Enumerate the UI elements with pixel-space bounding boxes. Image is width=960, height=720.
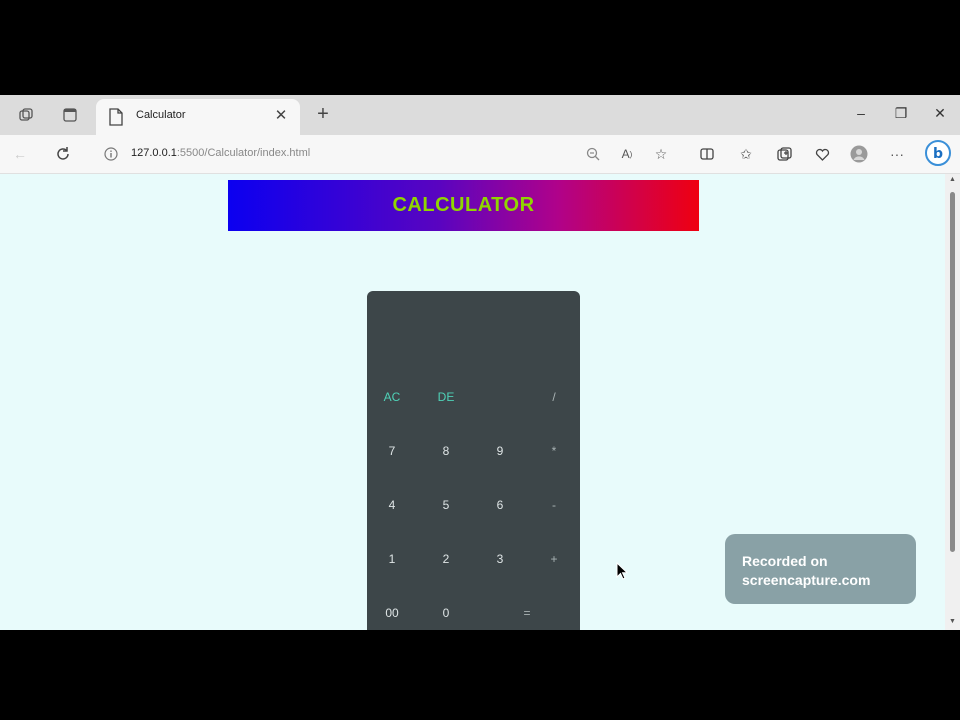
favorites-icon[interactable]: ✩ [736,144,756,164]
restore-button[interactable]: ❐ [891,105,911,122]
key-blank[interactable] [478,377,522,417]
more-icon[interactable]: ··· [887,144,907,164]
tab-calculator[interactable]: Calculator ✕ [96,99,300,135]
collections-icon[interactable] [774,144,794,164]
scroll-down-icon[interactable]: ▼ [945,618,960,625]
scroll-up-icon[interactable]: ▲ [945,176,960,183]
vertical-scrollbar[interactable]: ▲ ▼ [945,174,960,630]
key-5[interactable]: 5 [424,485,468,525]
close-window-button[interactable]: ✕ [930,105,950,122]
mouse-cursor-icon [616,562,628,580]
site-info-icon[interactable] [101,144,121,164]
watermark-line-1: Recorded on [742,553,828,569]
tab-close-button[interactable]: ✕ [272,106,290,124]
back-icon[interactable]: ← [10,144,30,164]
key-2[interactable]: 2 [424,539,468,579]
key-9[interactable]: 9 [478,431,522,471]
read-aloud-icon[interactable]: A) [617,144,637,164]
key-0[interactable]: 0 [424,593,468,630]
heart-icon[interactable] [812,144,832,164]
key-3[interactable]: 3 [478,539,522,579]
key-multiply[interactable]: * [532,431,576,471]
address-toolbar: ← 127.0.0.1:5500/Calculator/index.html A… [0,135,960,174]
address-bar[interactable]: 127.0.0.1:5500/Calculator/index.html [131,147,310,159]
calculator-body: AC DE / 7 8 9 * 4 5 6 - 1 2 3 + 00 0 = [367,291,580,630]
key-8[interactable]: 8 [424,431,468,471]
calculator-header: CALCULATOR [228,180,699,231]
key-subtract[interactable]: - [532,485,576,525]
key-4[interactable]: 4 [370,485,414,525]
workspaces-icon[interactable] [16,105,36,125]
url-path: :5500/Calculator/index.html [176,147,311,159]
refresh-icon[interactable] [53,144,73,164]
tab-actions-icon[interactable] [60,105,80,125]
favorite-star-icon[interactable]: ☆ [651,144,671,164]
watermark-line-2: screencapture.com [742,572,871,588]
key-delete[interactable]: DE [424,377,468,417]
calculator-display [377,311,570,351]
page-icon [109,108,123,126]
profile-icon[interactable] [849,144,869,164]
tab-strip: Calculator ✕ + – ❐ ✕ [0,95,960,135]
minimize-button[interactable]: – [851,105,871,121]
recording-watermark: Recorded on screencapture.com [725,534,916,604]
key-00[interactable]: 00 [370,593,414,630]
tab-title: Calculator [136,109,186,121]
key-divide[interactable]: / [532,377,576,417]
key-6[interactable]: 6 [478,485,522,525]
url-host: 127.0.0.1 [131,147,177,159]
key-equals[interactable]: = [478,593,576,630]
split-screen-icon[interactable] [697,144,717,164]
key-all-clear[interactable]: AC [370,377,414,417]
key-7[interactable]: 7 [370,431,414,471]
key-add[interactable]: + [532,539,576,579]
zoom-icon[interactable] [583,144,603,164]
header-title: CALCULATOR [392,194,535,216]
svg-text:b: b [933,146,943,162]
bing-icon[interactable]: b [925,140,951,166]
new-tab-button[interactable]: + [313,103,333,126]
scrollbar-thumb[interactable] [950,192,955,552]
key-1[interactable]: 1 [370,539,414,579]
